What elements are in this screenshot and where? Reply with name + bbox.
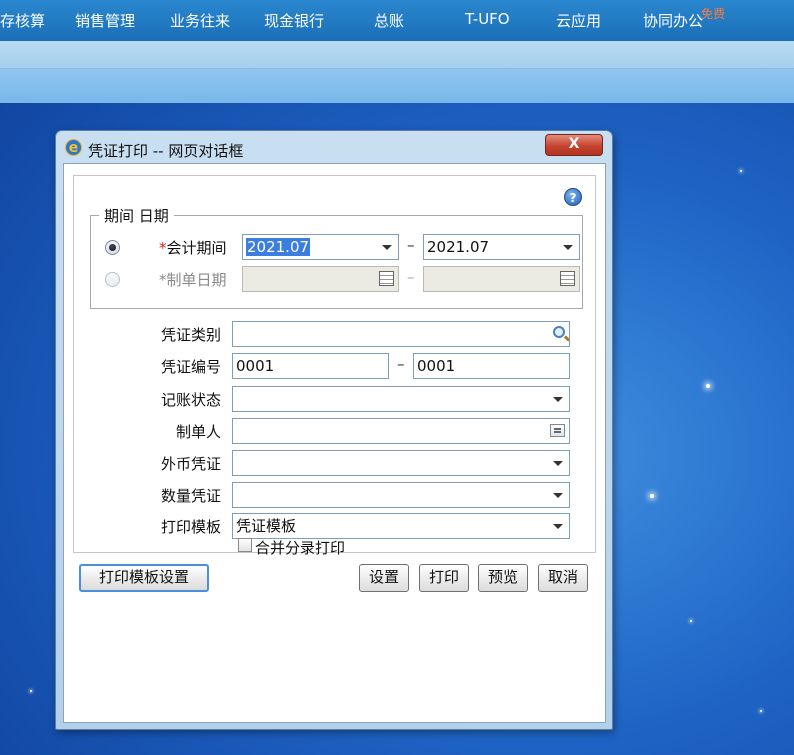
preview-button[interactable]: 预览 <box>478 564 528 592</box>
voucher-no-label: 凭证编号 <box>161 358 222 376</box>
preparer-field[interactable] <box>232 418 570 444</box>
fx-voucher-label: 外币凭证 <box>161 455 222 473</box>
chevron-down-icon <box>553 397 563 402</box>
voucher-no-from-value: 0001 <box>236 357 275 375</box>
period-separator: – <box>407 236 415 254</box>
free-badge: 免费 <box>701 7 726 21</box>
menu-inventory-accounting[interactable]: 存核算 <box>0 10 45 31</box>
qty-voucher-select[interactable] <box>232 482 570 508</box>
cancel-button[interactable]: 取消 <box>538 564 588 592</box>
voucher-no-separator: – <box>397 355 405 373</box>
voucher-print-dialog: e 凭证打印 -- 网页对话框 X ? 期间 日期 *会计期间 2021.07 … <box>55 130 613 730</box>
date-label: *制单日期 <box>159 269 227 290</box>
menu-sales-management[interactable]: 销售管理 <box>75 10 135 31</box>
menu-t-ufo[interactable]: T-UFO <box>465 10 510 28</box>
print-template-value: 凭证模板 <box>236 517 297 535</box>
voucher-no-from-field[interactable]: 0001 <box>232 353 389 379</box>
menu-general-ledger[interactable]: 总账 <box>374 10 404 31</box>
toolbar-band <box>0 41 794 69</box>
help-icon[interactable]: ? <box>564 188 582 206</box>
chevron-down-icon <box>553 524 563 529</box>
calendar-icon[interactable] <box>560 271 575 286</box>
calendar-icon[interactable] <box>379 271 394 286</box>
sparkle <box>706 384 710 388</box>
sparkle <box>650 494 654 498</box>
chevron-down-icon <box>553 461 563 466</box>
date-from-field[interactable] <box>242 266 399 292</box>
date-to-field[interactable] <box>423 266 580 292</box>
merge-print-label[interactable]: 合并分录打印 <box>255 537 345 558</box>
tab-band <box>0 69 794 103</box>
print-template-settings-button[interactable]: 打印模板设置 <box>79 564 209 592</box>
period-radio[interactable] <box>105 240 120 255</box>
close-button[interactable]: X <box>545 134 603 156</box>
period-date-group: 期间 日期 *会计期间 2021.07 – 2021.07 *制单日期 – <box>90 205 583 309</box>
chevron-down-icon <box>553 493 563 498</box>
sparkle <box>740 170 742 172</box>
date-label-text: 制单日期 <box>166 271 227 289</box>
voucher-type-field[interactable] <box>232 321 570 347</box>
required-mark: * <box>159 271 167 289</box>
search-icon[interactable] <box>553 326 565 338</box>
period-to-value: 2021.07 <box>427 238 490 256</box>
form-panel: ? 期间 日期 *会计期间 2021.07 – 2021.07 *制单日期 – … <box>73 175 596 557</box>
preparer-label: 制单人 <box>176 423 222 441</box>
settings-button[interactable]: 设置 <box>359 564 409 592</box>
menu-collab-office-label: 协同办公 <box>643 12 704 30</box>
menu-business-dealings[interactable]: 业务往来 <box>170 10 230 31</box>
date-separator: – <box>407 268 415 286</box>
dialog-client-area: ? 期间 日期 *会计期间 2021.07 – 2021.07 *制单日期 – … <box>63 163 606 723</box>
required-mark: * <box>159 239 167 257</box>
chevron-down-icon <box>382 245 392 250</box>
voucher-type-label: 凭证类别 <box>161 326 222 344</box>
date-radio[interactable] <box>105 272 120 287</box>
top-menu-bar: 存核算 销售管理 业务往来 现金银行 总账 T-UFO 云应用 协同办公 免费 <box>0 0 794 41</box>
period-label-text: 会计期间 <box>166 239 227 257</box>
ie-icon: e <box>65 139 82 156</box>
period-from-value: 2021.07 <box>246 238 311 256</box>
menu-collab-office[interactable]: 协同办公 免费 <box>643 7 725 31</box>
user-list-icon[interactable] <box>550 424 565 437</box>
voucher-no-to-value: 0001 <box>417 357 456 375</box>
print-button[interactable]: 打印 <box>419 564 469 592</box>
voucher-no-to-field[interactable]: 0001 <box>413 353 570 379</box>
sparkle <box>760 710 762 712</box>
sparkle <box>30 690 32 692</box>
post-status-select[interactable] <box>232 386 570 412</box>
group-legend: 期间 日期 <box>99 205 174 226</box>
menu-cloud-apps[interactable]: 云应用 <box>556 10 601 31</box>
chevron-down-icon <box>563 245 573 250</box>
menu-cash-bank[interactable]: 现金银行 <box>264 10 324 31</box>
post-status-label: 记账状态 <box>161 391 222 409</box>
sparkle <box>690 620 692 622</box>
print-template-select[interactable]: 凭证模板 <box>232 513 570 539</box>
period-from-select[interactable]: 2021.07 <box>242 234 399 260</box>
print-template-label: 打印模板 <box>161 518 222 536</box>
period-to-select[interactable]: 2021.07 <box>423 234 580 260</box>
fx-voucher-select[interactable] <box>232 450 570 476</box>
dialog-title: 凭证打印 -- 网页对话框 <box>88 142 244 160</box>
qty-voucher-label: 数量凭证 <box>161 487 222 505</box>
period-label: *会计期间 <box>159 237 227 258</box>
merge-print-checkbox[interactable] <box>238 538 252 552</box>
